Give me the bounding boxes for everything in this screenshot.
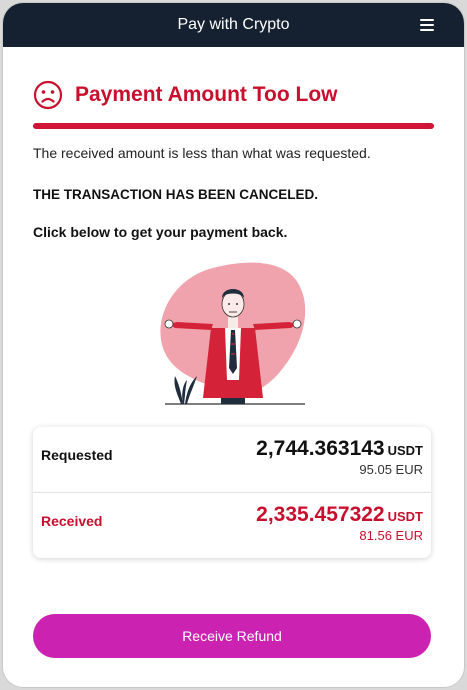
requested-label: Requested xyxy=(41,447,113,463)
received-row: Received 2,335.457322 USDT 81.56 EUR xyxy=(33,492,431,558)
shrugging-man-illustration xyxy=(160,262,306,405)
status-divider xyxy=(33,123,434,129)
payment-widget: Pay with Crypto Payment Amount Too Low T… xyxy=(3,3,464,687)
receive-refund-button[interactable]: Receive Refund xyxy=(33,614,431,658)
sad-face-icon xyxy=(33,80,63,110)
requested-fiat-amount: 95.05 EUR xyxy=(359,462,423,477)
received-label: Received xyxy=(41,513,103,529)
requested-row: Requested 2,744.363143 USDT 95.05 EUR xyxy=(33,427,431,492)
received-crypto-amount: 2,335.457322 xyxy=(256,503,385,526)
status-heading: Payment Amount Too Low xyxy=(33,77,434,113)
received-fiat-amount: 81.56 EUR xyxy=(359,528,423,543)
amount-summary-card: Requested 2,744.363143 USDT 95.05 EUR Rec… xyxy=(33,427,431,558)
received-amount: 2,335.457322 USDT 81.56 EUR xyxy=(256,503,423,543)
status-title: Payment Amount Too Low xyxy=(75,83,338,106)
requested-currency: USDT xyxy=(387,443,423,458)
status-description: The received amount is less than what wa… xyxy=(33,145,371,161)
status-content: Payment Amount Too Low The received amou… xyxy=(3,77,464,240)
header-bar: Pay with Crypto xyxy=(3,3,464,47)
refund-instruction: Click below to get your payment back. xyxy=(33,224,288,240)
header-title: Pay with Crypto xyxy=(177,16,290,33)
requested-amount: 2,744.363143 USDT 95.05 EUR xyxy=(256,437,423,477)
received-currency: USDT xyxy=(387,509,423,524)
hamburger-menu-icon[interactable] xyxy=(420,19,434,31)
requested-crypto-amount: 2,744.363143 xyxy=(256,437,385,460)
canceled-notice: THE TRANSACTION HAS BEEN CANCELED. xyxy=(33,187,319,202)
